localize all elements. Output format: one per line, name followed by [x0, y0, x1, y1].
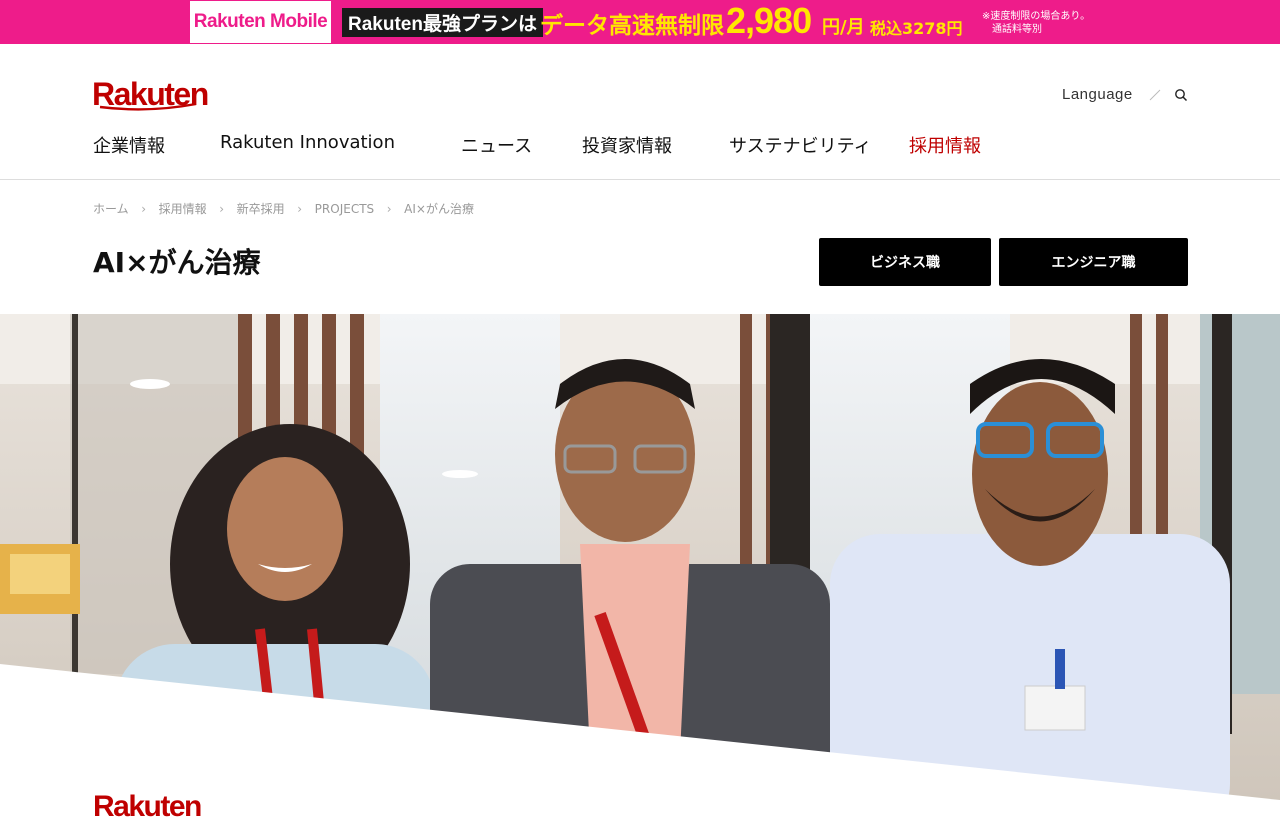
promo-note-line2: 通話料等別 — [992, 24, 1042, 35]
breadcrumb-new-grad[interactable]: 新卒採用 — [237, 200, 285, 217]
chevron-right-icon: › — [219, 201, 225, 216]
nav-item-investors[interactable]: 投資家情報 — [582, 132, 729, 158]
logo-swoosh-icon — [99, 102, 197, 111]
nav-item-sustainability[interactable]: サステナビリティ — [729, 132, 909, 158]
promo-note: ※速度制限の場合あり。 通話料等別 — [982, 10, 1122, 36]
hero-image — [0, 314, 1280, 800]
promo-tax: 税込3278円 — [870, 19, 963, 38]
header-divider — [0, 179, 1280, 180]
breadcrumb-home[interactable]: ホーム — [93, 200, 129, 217]
promo-price: 2,980 — [726, 0, 812, 41]
engineer-role-button[interactable]: エンジニア職 — [999, 238, 1188, 286]
breadcrumb-current: AI×がん治療 — [404, 202, 474, 216]
promo-unit: 円/月 — [822, 17, 865, 38]
breadcrumb-projects[interactable]: PROJECTS — [315, 202, 374, 216]
search-icon[interactable] — [1174, 88, 1188, 102]
nav-item-innovation[interactable]: Rakuten Innovation — [220, 132, 461, 158]
nav-item-careers[interactable]: 採用情報 — [909, 132, 981, 158]
section-rakuten-logo: Rakuten — [93, 790, 202, 823]
promo-note-line1: ※速度制限の場合あり。 — [982, 11, 1091, 22]
breadcrumb: ホーム › 採用情報 › 新卒採用 › PROJECTS › AI×がん治療 — [93, 200, 474, 217]
language-selector[interactable]: Language — [1062, 86, 1133, 103]
hero-photo — [0, 314, 1280, 800]
promo-plan-label: Rakuten最強プランは — [342, 8, 543, 37]
business-role-button[interactable]: ビジネス職 — [819, 238, 991, 286]
breadcrumb-careers[interactable]: 採用情報 — [159, 200, 207, 217]
nav-item-news[interactable]: ニュース — [461, 132, 582, 158]
promo-headline: データ高速無制限 — [540, 13, 724, 39]
page-title: AI×がん治療 — [93, 246, 261, 279]
chevron-right-icon: › — [297, 201, 303, 216]
nav-item-corporate[interactable]: 企業情報 — [93, 132, 220, 158]
chevron-right-icon: › — [386, 201, 392, 216]
promo-logo: Rakuten Mobile — [190, 1, 331, 43]
promo-banner[interactable]: Rakuten Mobile Rakuten最強プランは データ高速無制限 2,… — [0, 0, 1280, 44]
global-nav: 企業情報 Rakuten Innovation ニュース 投資家情報 サステナビ… — [93, 132, 981, 158]
slash-divider-icon — [1149, 89, 1161, 101]
chevron-right-icon: › — [141, 201, 147, 216]
